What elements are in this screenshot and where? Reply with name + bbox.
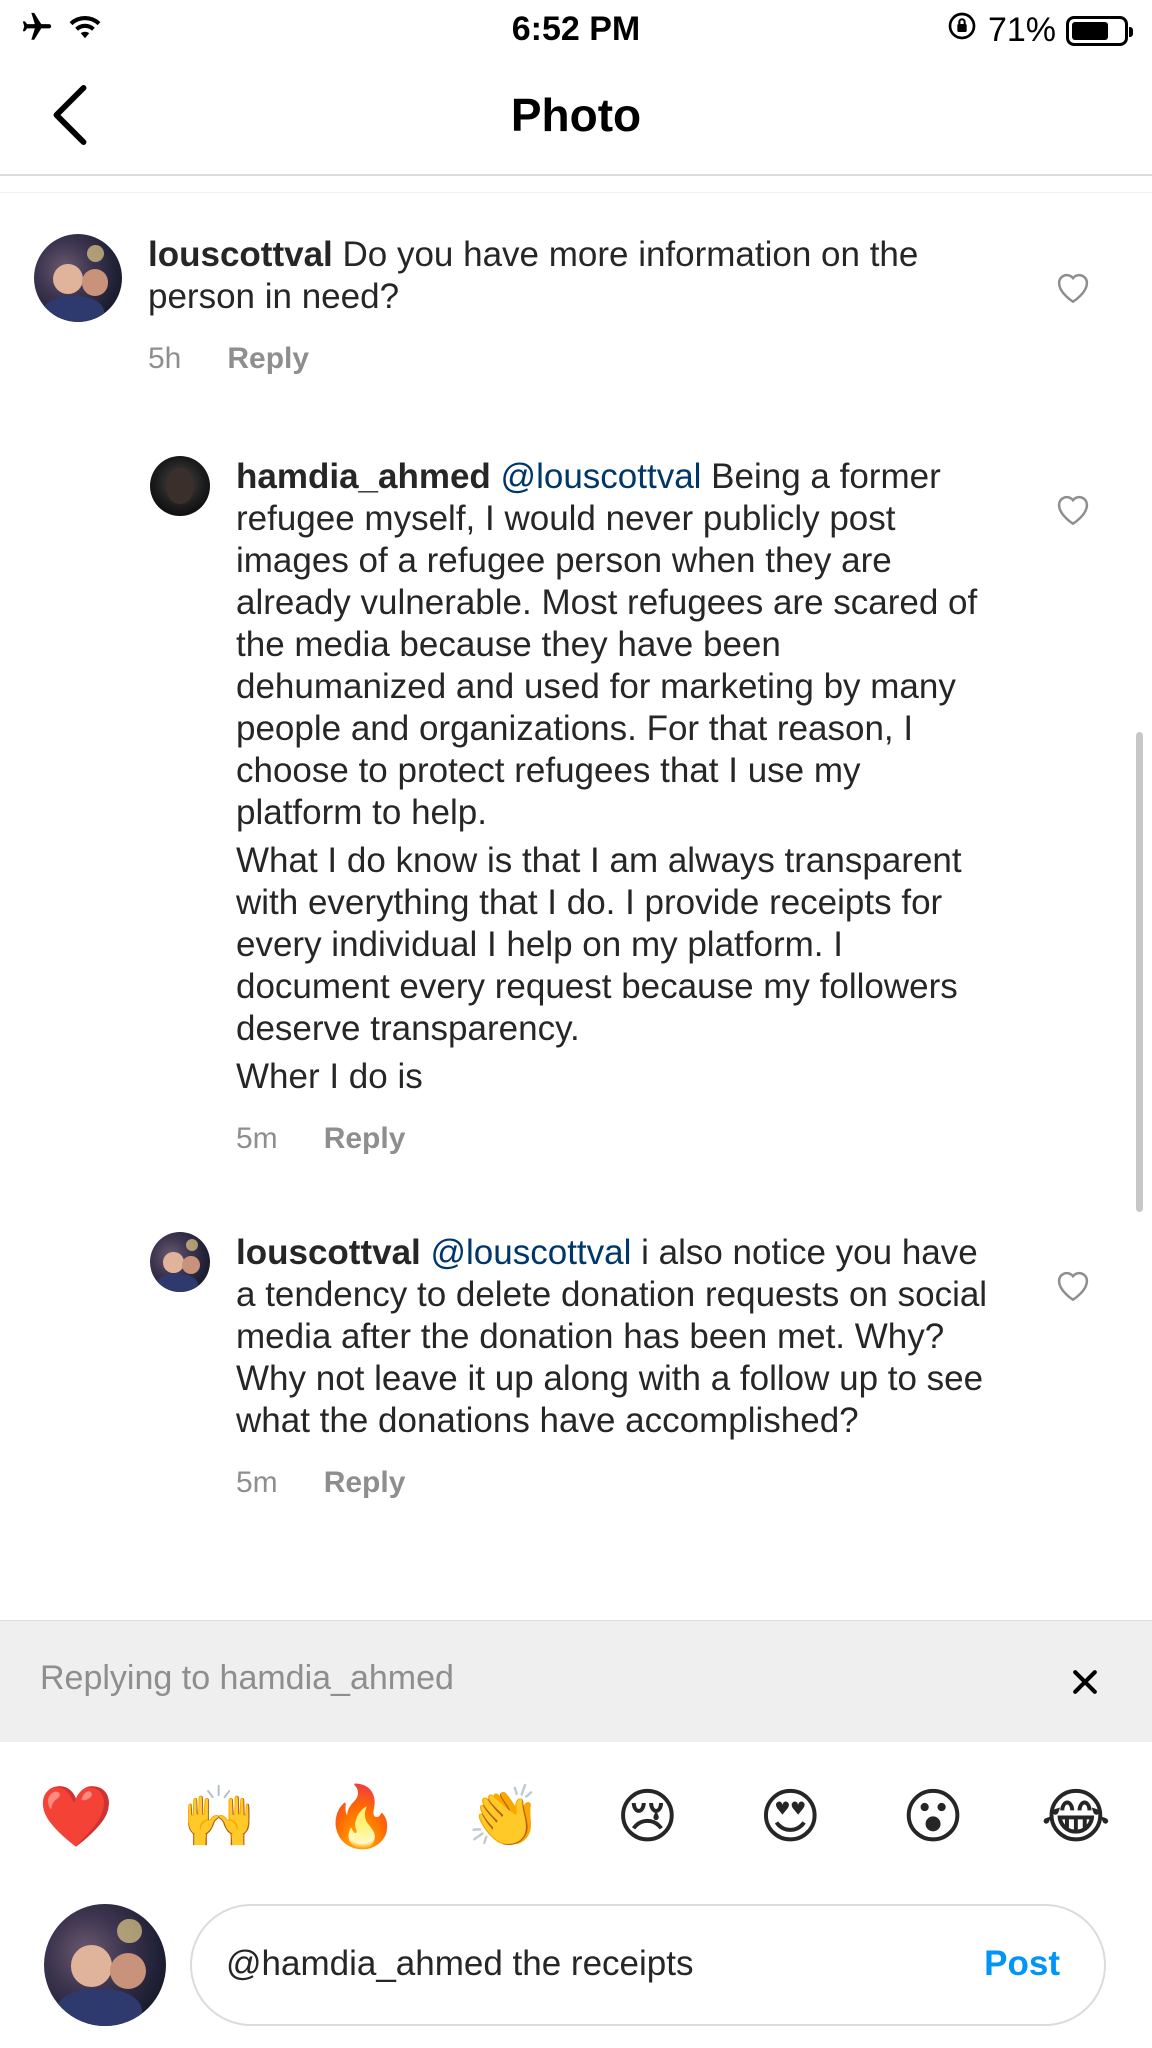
emoji-heart[interactable]: ❤️: [39, 1781, 114, 1853]
heart-icon: [1057, 1271, 1089, 1302]
divider: [0, 192, 1152, 193]
mention-link[interactable]: @louscottval: [501, 457, 702, 496]
reply-button[interactable]: Reply: [324, 1122, 406, 1156]
comment-input-value[interactable]: @hamdia_ahmed the receipts: [226, 1944, 693, 1984]
like-button[interactable]: [1054, 270, 1092, 309]
reply-button[interactable]: Reply: [227, 342, 309, 376]
status-bar: 6:52 PM 71%: [0, 0, 1152, 58]
battery-icon: [1066, 15, 1133, 46]
comment-text-paragraph: What I do know is that I am always trans…: [236, 841, 962, 1048]
reply-button[interactable]: Reply: [324, 1466, 406, 1500]
close-icon: [1073, 1670, 1097, 1694]
comment-body: Being a former refugee myself, I would n…: [236, 457, 978, 832]
like-button[interactable]: [1054, 1268, 1092, 1307]
comment-time: 5m: [236, 1466, 278, 1499]
comment-meta: 5m Reply: [236, 1122, 996, 1156]
orientation-lock-icon: [946, 10, 978, 51]
comment-time: 5h: [148, 342, 182, 375]
comment-meta: 5m Reply: [236, 1466, 996, 1500]
battery-fill: [1072, 21, 1108, 40]
comment-username[interactable]: louscottval: [236, 1233, 421, 1272]
post-button[interactable]: Post: [984, 1944, 1060, 1984]
comment-text-paragraph: Wher I do is: [236, 1057, 423, 1096]
avatar[interactable]: [44, 1904, 166, 2026]
avatar[interactable]: [150, 456, 210, 516]
replying-to-text: Replying to hamdia_ahmed: [40, 1659, 454, 1697]
comment-text: louscottval Do you have more information…: [148, 234, 1018, 318]
comment-username[interactable]: louscottval: [148, 235, 333, 274]
heart-icon: [1057, 495, 1089, 526]
cancel-reply-button[interactable]: [1062, 1659, 1108, 1705]
status-right: 71%: [946, 10, 1133, 51]
nav-bar: Photo: [0, 58, 1152, 176]
emoji-fire[interactable]: 🔥: [324, 1781, 399, 1853]
emoji-raised-hands[interactable]: 🙌: [181, 1781, 256, 1853]
scrollbar[interactable]: [1136, 732, 1143, 1212]
like-button[interactable]: [1054, 492, 1092, 531]
emoji-bar: ❤️ 🙌 🔥 👏 😢 😍 😮 😂: [0, 1742, 1152, 1892]
comment-time: 5m: [236, 1122, 278, 1155]
replying-bar: Replying to hamdia_ahmed: [0, 1620, 1152, 1742]
heart-icon: [1057, 273, 1089, 304]
comment-text: hamdia_ahmed @louscottval Being a former…: [236, 456, 996, 834]
comment-meta: 5h Reply: [148, 342, 1018, 376]
emoji-surprised[interactable]: 😮: [897, 1781, 969, 1853]
comment-username[interactable]: hamdia_ahmed: [236, 457, 491, 496]
avatar[interactable]: [150, 1232, 210, 1292]
emoji-crying[interactable]: 😢: [611, 1781, 683, 1853]
comment-text: louscottval @louscottval i also notice y…: [236, 1232, 996, 1442]
emoji-heart-eyes[interactable]: 😍: [754, 1781, 826, 1853]
mention-link[interactable]: @louscottval: [431, 1233, 632, 1272]
emoji-clap[interactable]: 👏: [467, 1781, 542, 1853]
avatar[interactable]: [34, 234, 122, 322]
battery-percentage: 71%: [987, 11, 1056, 49]
comment-input[interactable]: @hamdia_ahmed the receipts Post: [190, 1904, 1106, 2026]
page-title: Photo: [510, 89, 642, 141]
emoji-laughing[interactable]: 😂: [1040, 1781, 1112, 1853]
comment-composer: @hamdia_ahmed the receipts Post: [0, 1892, 1152, 2048]
